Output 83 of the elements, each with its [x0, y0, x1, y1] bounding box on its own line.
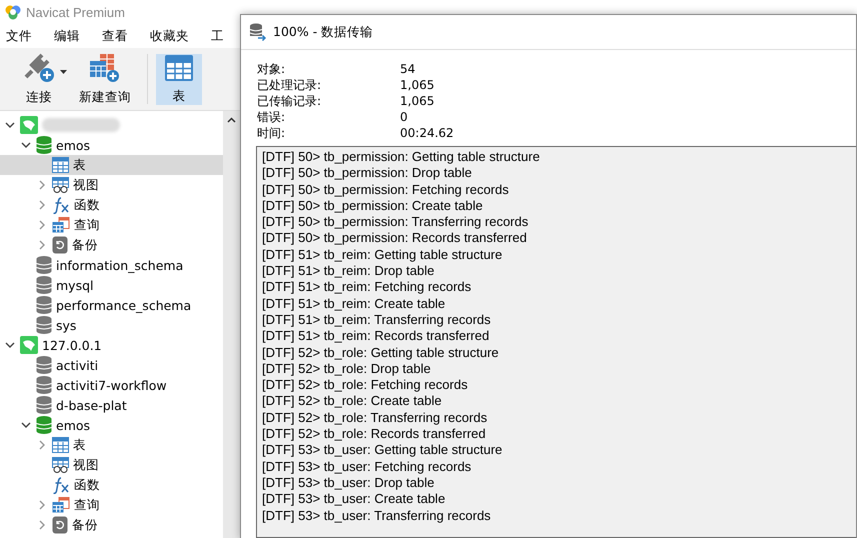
- tree-item[interactable]: 表: [0, 155, 223, 175]
- new-query-icon: [88, 52, 122, 82]
- tree-item[interactable]: emos: [0, 135, 223, 155]
- dropdown-caret-icon[interactable]: [60, 70, 67, 74]
- log-line: [DTF] 52> tb_role: Create table: [262, 393, 443, 410]
- log-line: [DTF] 53> tb_user: Transferring records: [262, 508, 492, 524]
- data-transfer-icon: [249, 23, 267, 41]
- log-line: [DTF] 52> tb_role: Fetching records: [262, 377, 469, 394]
- log-line: [DTF] 52> tb_role: Drop table: [262, 360, 432, 378]
- log-line: [DTF] 50> tb_permission: Records transferred: [262, 230, 528, 247]
- log-line: [DTF] 51> tb_reim: Fetching records: [262, 279, 472, 296]
- dialog-title: 100% - 数据传输: [273, 24, 374, 40]
- tree-item[interactable]: 备份: [0, 515, 223, 535]
- menu-item[interactable]: 查看: [102, 28, 128, 44]
- log-line: [DTF] 53> tb_user: Drop table: [262, 474, 436, 492]
- tree-item[interactable]: 函数: [0, 475, 223, 495]
- log-line: [DTF] 50> tb_permission: Transferring records: [262, 214, 530, 230]
- tree-item[interactable]: 函数: [0, 195, 223, 215]
- stat-label: 已传输记录:: [257, 93, 322, 109]
- tree-item[interactable]: sys: [0, 315, 223, 335]
- log-line: [DTF] 50> tb_permission: Fetching records: [262, 182, 510, 198]
- log-line: [DTF] 51> tb_reim: Create table: [262, 296, 446, 312]
- tree-item[interactable]: mysql: [0, 275, 223, 295]
- menu-item[interactable]: 编辑: [54, 28, 80, 44]
- tree-item[interactable]: 视图: [0, 455, 223, 475]
- tree-item[interactable]: 视图: [0, 175, 223, 195]
- log-line: [DTF] 50> tb_permission: Drop table: [262, 165, 473, 182]
- stat-label: 错误:: [257, 109, 286, 125]
- function-icon: [52, 476, 70, 494]
- stat-value: 54: [400, 61, 416, 77]
- log-line: [DTF] 51> tb_reim: Records transferred: [262, 328, 490, 345]
- log-line: [DTF] 53> tb_user: Fetching records: [262, 458, 472, 475]
- stat-value: 1,065: [400, 77, 436, 93]
- log-line: [DTF] 52> tb_role: Transferring records: [262, 410, 488, 426]
- plug-icon: [22, 52, 56, 82]
- tree-item[interactable]: 查询: [0, 495, 223, 515]
- backup-icon: [52, 516, 68, 534]
- connection-icon: [20, 336, 38, 354]
- table-icon: [164, 54, 194, 82]
- log-line: [DTF] 53> tb_user: Create table: [262, 491, 446, 508]
- backup-icon: [52, 236, 68, 254]
- menu-item[interactable]: 收藏夹: [150, 28, 189, 44]
- tree-item[interactable]: 表: [0, 435, 223, 455]
- menu-item[interactable]: 文件: [6, 28, 32, 44]
- view-icon: [52, 177, 69, 193]
- scroll-up-icon[interactable]: [227, 117, 236, 123]
- stat-value: 1,065: [400, 93, 436, 109]
- tree-item[interactable]: performance_schema: [0, 295, 223, 315]
- scrollbar[interactable]: [223, 111, 240, 538]
- app-title: Navicat Premium: [26, 4, 125, 20]
- view-icon: [52, 457, 69, 473]
- connection-icon: [20, 116, 38, 134]
- tree-item[interactable]: emos: [0, 415, 223, 435]
- log-line: [DTF] 50> tb_permission: Getting table structure: [262, 149, 541, 166]
- query-icon: [52, 497, 70, 513]
- menu-item[interactable]: 工: [211, 28, 224, 44]
- log-line: [DTF] 50> tb_permission: Create table: [262, 198, 484, 214]
- tree-item[interactable]: 127.0.0.1: [0, 335, 223, 355]
- stat-label: 对象:: [257, 61, 286, 77]
- stat-label: 已处理记录:: [257, 77, 322, 93]
- tree-item[interactable]: information_schema: [0, 255, 223, 275]
- tree-item[interactable]: 备份: [0, 235, 223, 255]
- log-line: [DTF] 53> tb_user: Getting table structure: [262, 442, 504, 459]
- tree-item[interactable]: activiti: [0, 355, 223, 375]
- stat-value: 0: [400, 109, 409, 125]
- log-line: [DTF] 51> tb_reim: Drop table: [262, 263, 436, 280]
- toolbar-button[interactable]: 连接: [14, 52, 64, 106]
- toolbar-button[interactable]: 表: [156, 54, 202, 104]
- toolbar-button[interactable]: 新建查询: [71, 52, 139, 106]
- table-icon: [52, 437, 69, 453]
- log-line: [DTF] 52> tb_role: Records transferred: [262, 426, 487, 442]
- tree-item[interactable]: 查询: [0, 215, 223, 235]
- tree-item[interactable]: activiti7-workflow: [0, 375, 223, 395]
- function-icon: [52, 196, 70, 214]
- tree-item[interactable]: d-base-plat: [0, 395, 223, 415]
- log-line: [DTF] 52> tb_role: Getting table structure: [262, 344, 500, 361]
- app-logo-icon: [5, 4, 21, 20]
- stat-label: 时间:: [257, 125, 286, 141]
- stat-value: 00:24.62: [400, 125, 455, 141]
- log-line: [DTF] 51> tb_reim: Getting table structure: [262, 246, 504, 264]
- log-line: [DTF] 51> tb_reim: Transferring records: [262, 312, 492, 328]
- table-icon: [52, 157, 69, 173]
- query-icon: [52, 217, 70, 233]
